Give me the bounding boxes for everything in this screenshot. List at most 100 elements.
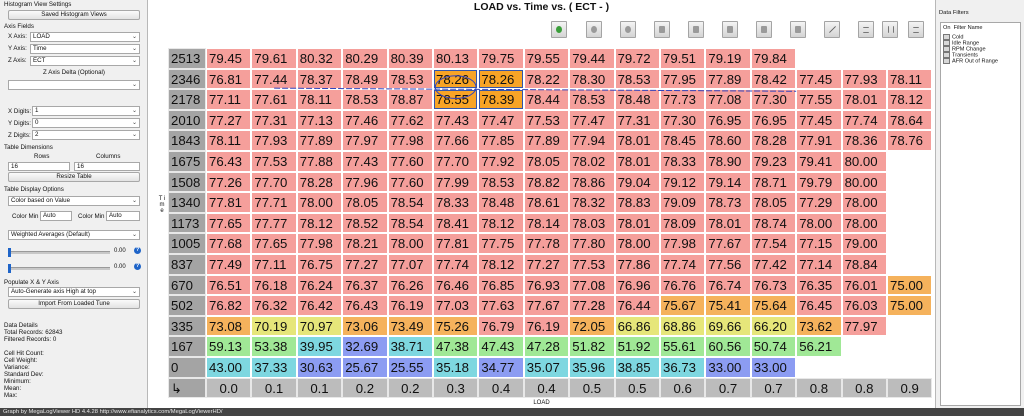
table-cell[interactable]: 77.65 [206, 212, 252, 234]
table-cell[interactable]: 77.98 [387, 130, 433, 151]
table-cell[interactable]: 76.24 [296, 274, 343, 296]
table-cell[interactable]: 36.73 [660, 357, 706, 378]
table-cell[interactable]: 77.11 [206, 89, 252, 110]
table-cell[interactable]: 78.41 [433, 212, 479, 234]
table-cell[interactable]: 76.95 [750, 109, 797, 131]
table-cell[interactable]: 79.51 [660, 48, 706, 69]
table-cell[interactable]: 78.53 [478, 171, 524, 193]
empty-cell[interactable] [887, 315, 933, 337]
table-cell[interactable]: 78.53 [614, 68, 660, 90]
table-cell[interactable]: 78.53 [569, 89, 615, 110]
table-cell[interactable]: 77.42 [750, 254, 797, 275]
table-cell[interactable]: 77.31 [251, 109, 297, 131]
smooth-button[interactable] [722, 21, 738, 38]
table-cell[interactable]: 73.49 [387, 315, 433, 337]
table-cell[interactable]: 43.00 [206, 357, 252, 378]
table-cell[interactable]: 78.44 [523, 89, 570, 110]
table-cell[interactable]: 25.55 [387, 357, 433, 378]
table-cell[interactable]: 77.88 [296, 151, 343, 172]
table-cell[interactable]: 38.85 [614, 357, 660, 378]
table-cell[interactable]: 77.62 [387, 109, 433, 131]
table-cell[interactable]: 76.96 [614, 274, 660, 296]
table-cell[interactable]: 77.91 [796, 130, 842, 151]
table-cell[interactable]: 77.63 [478, 295, 524, 316]
z-delta-select[interactable]: ⌄ [8, 80, 140, 90]
table-cell[interactable]: 35.07 [523, 357, 570, 378]
filter-row[interactable]: AFR Out of Range [943, 58, 998, 64]
table-cell[interactable]: 78.54 [387, 212, 433, 234]
table-cell[interactable]: 77.93 [251, 130, 297, 151]
empty-cell[interactable] [887, 336, 933, 357]
table-cell[interactable]: 77.29 [796, 192, 842, 213]
table-cell[interactable]: 79.41 [796, 151, 842, 172]
table-cell[interactable]: 79.23 [750, 151, 797, 172]
table-cell[interactable]: 79.04 [614, 171, 660, 193]
reset-button[interactable] [620, 21, 636, 38]
table-cell[interactable]: 77.14 [796, 254, 842, 275]
table-cell[interactable]: 77.67 [705, 233, 751, 254]
table-cell[interactable]: 80.29 [342, 48, 388, 69]
table-cell[interactable]: 33.00 [750, 357, 797, 378]
table-cell[interactable]: 80.00 [841, 171, 887, 193]
pencil-button[interactable] [824, 21, 840, 38]
play-button[interactable] [551, 21, 567, 38]
table-cell[interactable]: 77.54 [750, 233, 797, 254]
table-cell[interactable]: 76.79 [478, 315, 524, 337]
table-cell[interactable]: 78.02 [569, 151, 615, 172]
table-cell[interactable]: 76.03 [841, 295, 887, 316]
table-cell[interactable]: 78.01 [841, 89, 887, 110]
table-cell[interactable]: 80.13 [433, 48, 479, 69]
table-cell[interactable]: 77.53 [523, 109, 570, 131]
table-cell[interactable]: 78.60 [705, 130, 751, 151]
table-cell[interactable]: 78.09 [660, 212, 706, 234]
copy-button[interactable] [654, 21, 670, 38]
y-axis-select[interactable]: Time ⌄ [30, 44, 140, 54]
table-cell[interactable]: 78.03 [569, 212, 615, 234]
table-cell[interactable]: 80.00 [841, 151, 887, 172]
table-cell[interactable]: 78.90 [705, 151, 751, 172]
table-cell[interactable]: 76.82 [206, 295, 252, 316]
table-cell[interactable]: 78.28 [296, 171, 343, 193]
interpolate-button[interactable] [756, 21, 772, 38]
table-cell[interactable]: 77.97 [841, 315, 887, 337]
table-cell[interactable]: 77.86 [614, 254, 660, 275]
table-cell[interactable]: 78.86 [569, 171, 615, 193]
table-cell[interactable]: 47.38 [433, 336, 479, 357]
table-cell[interactable]: 78.00 [796, 212, 842, 234]
table-cell[interactable]: 59.13 [206, 336, 252, 357]
table-cell[interactable]: 77.74 [841, 109, 887, 131]
table-cell[interactable]: 77.96 [342, 171, 388, 193]
horizontal-button[interactable] [858, 21, 874, 38]
empty-cell[interactable] [841, 357, 887, 378]
empty-cell[interactable] [887, 357, 933, 378]
menu-button[interactable] [908, 21, 924, 38]
table-cell[interactable]: 77.89 [705, 68, 751, 90]
table-cell[interactable]: 70.97 [296, 315, 343, 337]
table-cell[interactable]: 78.14 [523, 212, 570, 234]
table-cell[interactable]: 78.12 [478, 254, 524, 275]
z-digits-select[interactable]: 2 ⌄ [32, 130, 140, 140]
empty-cell[interactable] [887, 212, 933, 234]
table-cell[interactable]: 77.43 [342, 151, 388, 172]
table-cell[interactable]: 77.45 [796, 109, 842, 131]
empty-cell[interactable] [887, 254, 933, 275]
table-cell[interactable]: 78.30 [569, 68, 615, 90]
table-cell[interactable]: 77.71 [251, 192, 297, 213]
table-cell[interactable]: 77.92 [478, 151, 524, 172]
table-cell[interactable]: 77.93 [841, 68, 887, 90]
table-cell[interactable]: 34.77 [478, 357, 524, 378]
empty-cell[interactable] [841, 48, 887, 69]
table-cell[interactable]: 78.01 [614, 151, 660, 172]
table-cell[interactable]: 39.95 [296, 336, 343, 357]
table-cell[interactable]: 77.65 [251, 233, 297, 254]
table-cell[interactable]: 77.60 [387, 171, 433, 193]
slider-handle[interactable] [8, 264, 11, 273]
table-cell[interactable]: 78.00 [841, 212, 887, 234]
table-cell[interactable]: 78.05 [342, 192, 388, 213]
table-cell[interactable]: 78.21 [342, 233, 388, 254]
table-cell[interactable]: 66.86 [614, 315, 660, 337]
table-cell[interactable]: 53.38 [251, 336, 297, 357]
table-cell[interactable]: 73.06 [342, 315, 388, 337]
table-cell[interactable]: 76.45 [796, 295, 842, 316]
table-cell[interactable]: 76.42 [296, 295, 343, 316]
